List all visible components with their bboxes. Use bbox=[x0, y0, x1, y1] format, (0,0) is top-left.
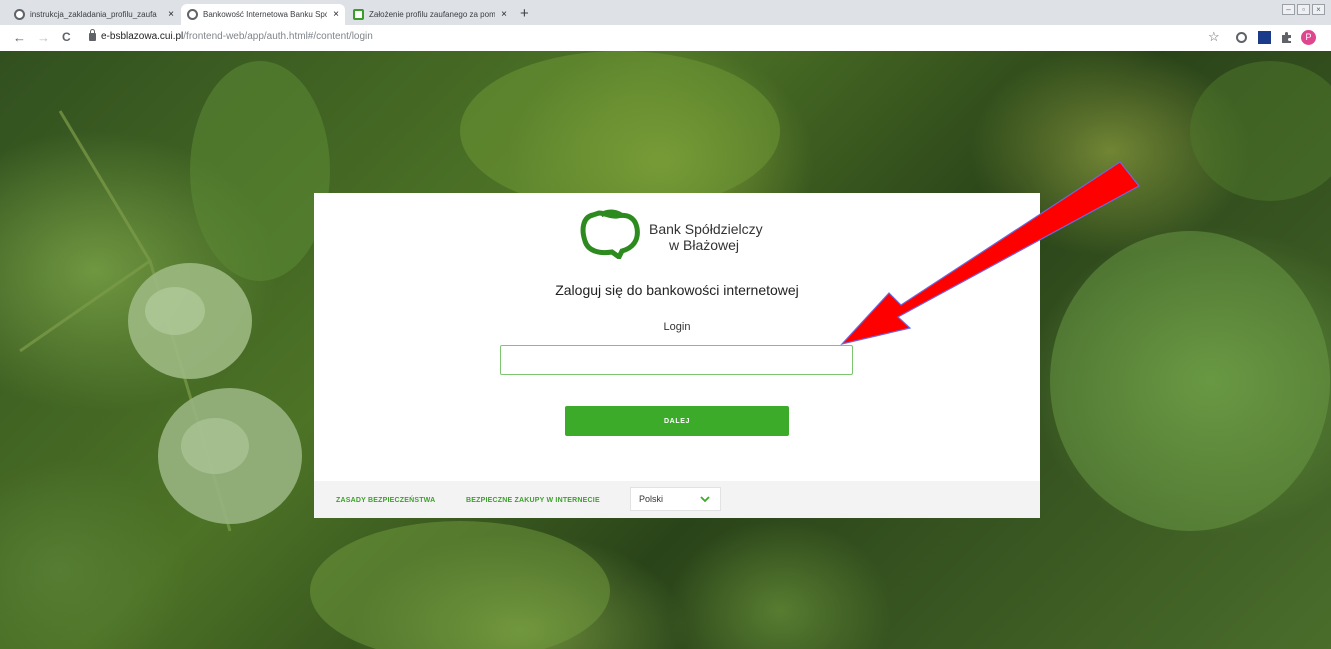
close-icon[interactable]: × bbox=[501, 9, 507, 20]
puzzle-icon[interactable] bbox=[1280, 31, 1293, 44]
login-card: Bank Spółdzielczy w Błażowej Zaloguj się… bbox=[314, 193, 1040, 518]
tab-title: instrukcja_zakladania_profilu_zaufa bbox=[30, 10, 157, 19]
language-select[interactable]: Polski bbox=[630, 487, 721, 511]
bookmark-star-icon[interactable]: ☆ bbox=[1208, 29, 1220, 45]
profile-avatar[interactable]: P bbox=[1301, 30, 1316, 45]
globe-icon bbox=[187, 9, 198, 20]
bank-name: Bank Spółdzielczy w Błażowej bbox=[649, 221, 763, 253]
new-tab-button[interactable]: + bbox=[520, 5, 529, 22]
browser-tab-strip: instrukcja_zakladania_profilu_zaufa × Ba… bbox=[0, 0, 1331, 25]
login-heading: Zaloguj się do bankowości internetowej bbox=[555, 282, 799, 298]
bank-name-line2: w Błażowej bbox=[669, 237, 740, 253]
reload-button[interactable]: C bbox=[62, 30, 71, 44]
next-button[interactable]: DALEJ bbox=[565, 406, 789, 436]
address-bar[interactable]: e-bsblazowa.cui.pl/frontend-web/app/auth… bbox=[101, 31, 373, 42]
tab-title: Bankowość Internetowa Banku Spó bbox=[203, 10, 328, 19]
tab-instrukcja[interactable]: instrukcja_zakladania_profilu_zaufa × bbox=[8, 4, 180, 25]
language-value: Polski bbox=[639, 494, 664, 504]
login-input[interactable] bbox=[500, 345, 853, 375]
browser-toolbar: ← → C e-bsblazowa.cui.pl/frontend-web/ap… bbox=[0, 25, 1331, 52]
maximize-icon[interactable]: ▫ bbox=[1297, 4, 1310, 15]
login-label: Login bbox=[663, 321, 691, 333]
globe-icon bbox=[14, 9, 25, 20]
tab-title: Założenie profilu zaufanego za pomo bbox=[369, 10, 496, 19]
bank-name-line1: Bank Spółdzielczy bbox=[649, 221, 763, 237]
url-path: /frontend-web/app/auth.html#/content/log… bbox=[183, 31, 373, 42]
close-icon[interactable]: × bbox=[333, 9, 339, 20]
card-footer: ZASADY BEZPIECZEŃSTWA BEZPIECZNE ZAKUPY … bbox=[314, 481, 1040, 518]
bank-logo: Bank Spółdzielczy w Błażowej bbox=[579, 207, 763, 259]
tab-bankowosc[interactable]: Bankowość Internetowa Banku Spó × bbox=[181, 4, 345, 25]
bank-logo-icon bbox=[580, 209, 640, 259]
forward-button[interactable]: → bbox=[37, 30, 50, 45]
window-controls: – ▫ × bbox=[1282, 4, 1325, 15]
url-host: e-bsblazowa.cui.pl bbox=[101, 31, 184, 42]
tab-profil-zaufany[interactable]: Założenie profilu zaufanego za pomo × bbox=[347, 4, 513, 25]
extension-box-icon[interactable] bbox=[1258, 31, 1271, 44]
back-button[interactable]: ← bbox=[13, 30, 26, 45]
minimize-icon[interactable]: – bbox=[1282, 4, 1295, 15]
extension-circle-icon[interactable] bbox=[1236, 32, 1247, 43]
lock-icon[interactable] bbox=[89, 29, 96, 41]
close-icon[interactable]: × bbox=[168, 9, 174, 20]
safe-shopping-link[interactable]: BEZPIECZNE ZAKUPY W INTERNECIE bbox=[466, 497, 600, 504]
chevron-down-icon bbox=[700, 496, 710, 502]
profile-zaufany-icon bbox=[353, 9, 364, 20]
security-rules-link[interactable]: ZASADY BEZPIECZEŃSTWA bbox=[336, 497, 435, 504]
close-window-icon[interactable]: × bbox=[1312, 4, 1325, 15]
